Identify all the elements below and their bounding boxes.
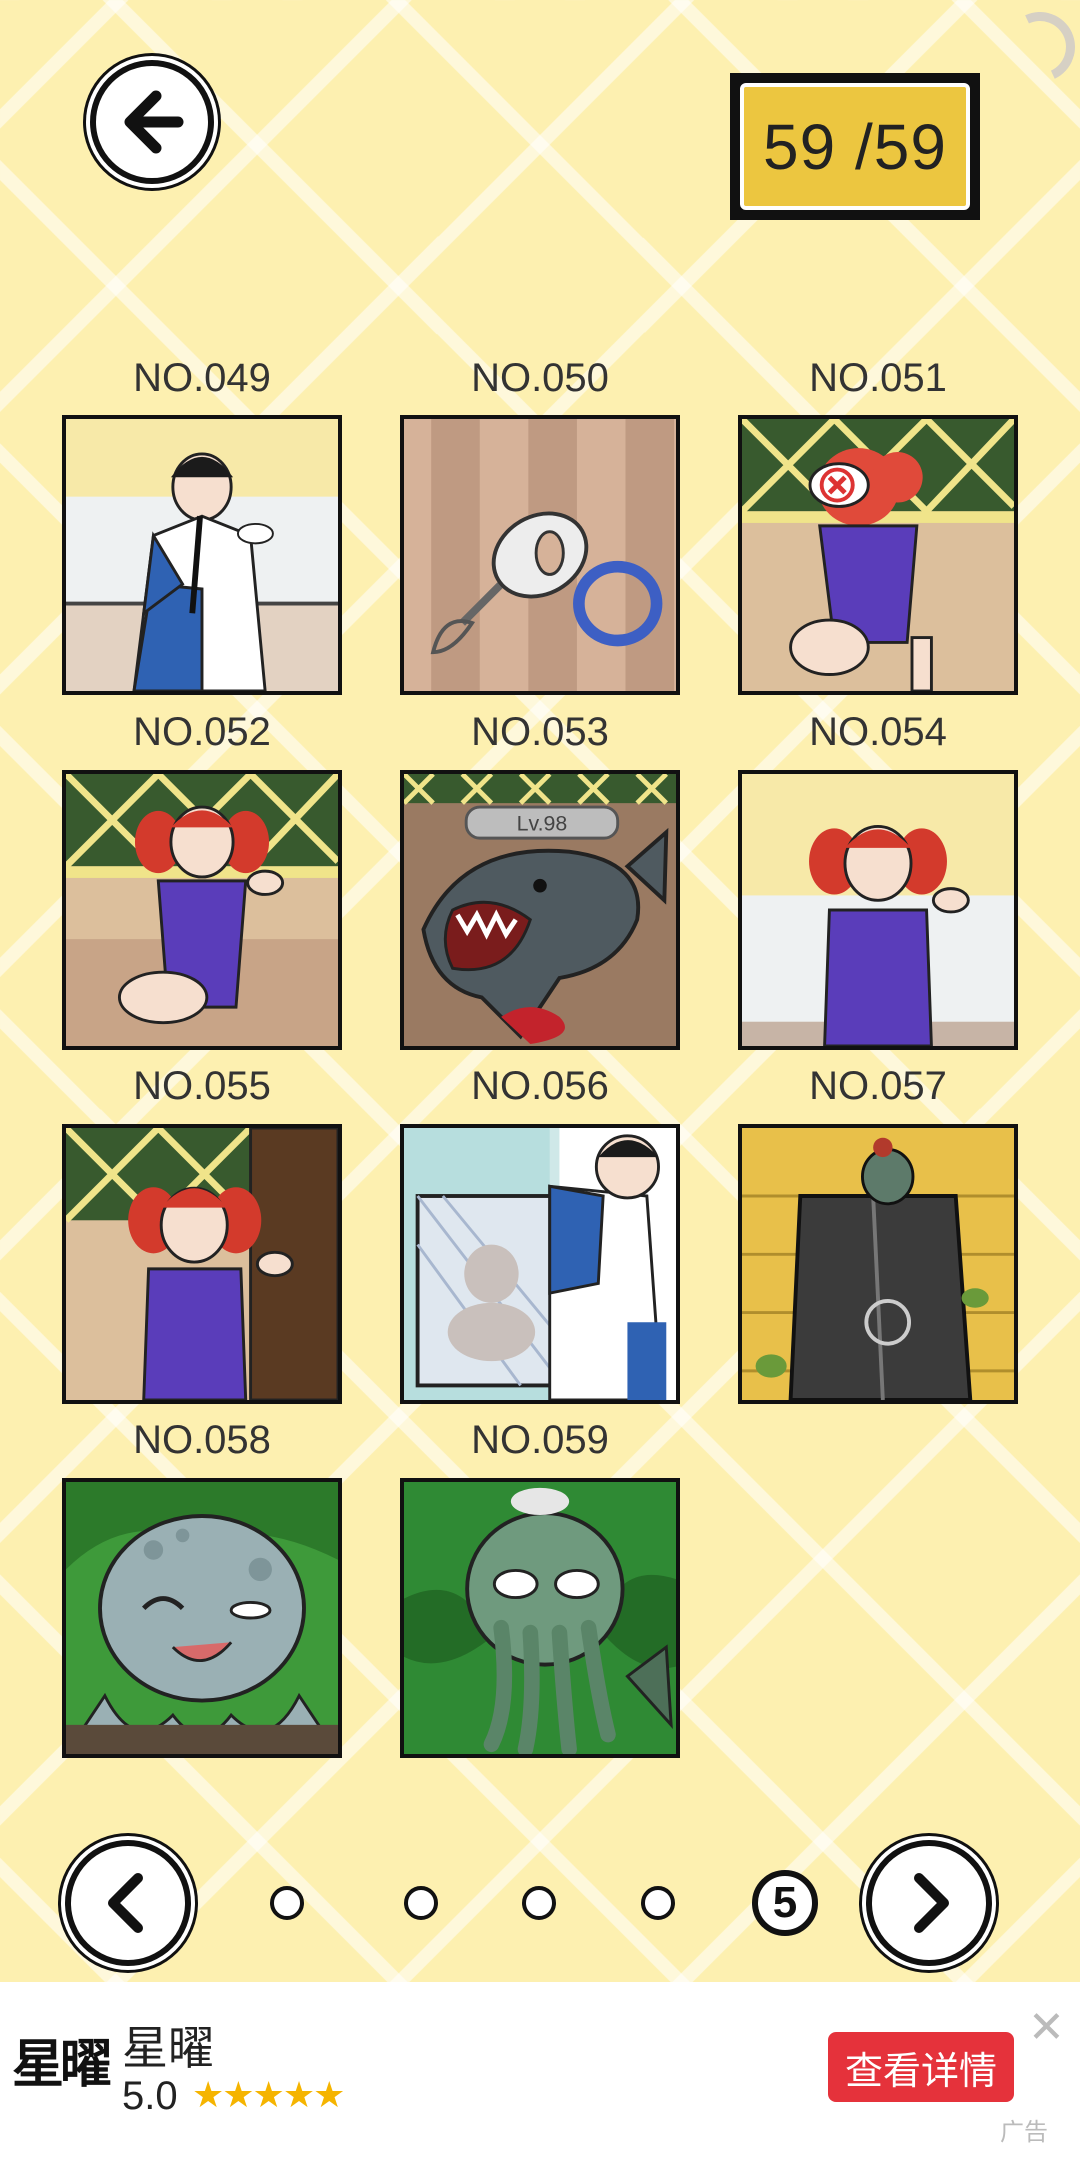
gallery-thumbnail[interactable] bbox=[738, 415, 1018, 695]
progress-counter: 59 /59 bbox=[730, 73, 980, 220]
page-indicator-current[interactable]: 5 bbox=[752, 1870, 818, 1936]
gallery-thumbnail[interactable]: Lv.98 bbox=[400, 770, 680, 1050]
prev-page-button[interactable] bbox=[65, 1840, 191, 1966]
octopus-image bbox=[66, 1482, 338, 1754]
page-dot-1[interactable] bbox=[270, 1886, 304, 1920]
ad-tag: 广告 bbox=[1000, 2119, 1048, 2146]
item-label: NO.049 bbox=[133, 356, 271, 400]
corner-arc-decoration bbox=[995, 2, 1080, 92]
gallery-thumbnail[interactable] bbox=[738, 770, 1018, 1050]
cthulhu-image bbox=[404, 1482, 676, 1754]
chevron-right-icon bbox=[914, 1873, 949, 1933]
gallery-thumbnail[interactable] bbox=[738, 1124, 1018, 1404]
ad-banner[interactable]: 星曜 星曜 5.0 ★★★★★ 查看详情 ✕ 广告 bbox=[0, 1982, 1080, 2160]
item-label: NO.052 bbox=[133, 710, 271, 754]
arrow-left-icon bbox=[124, 90, 184, 154]
item-label: NO.056 bbox=[471, 1064, 609, 1108]
gallery-thumbnail[interactable] bbox=[62, 415, 342, 695]
page-dot-3[interactable] bbox=[522, 1886, 556, 1920]
mixer-and-ring-image bbox=[404, 419, 676, 691]
gallery-thumbnail[interactable] bbox=[62, 770, 342, 1050]
page-dot-4[interactable] bbox=[641, 1886, 675, 1920]
girl-standing-image bbox=[742, 774, 1014, 1046]
gallery-thumbnail[interactable] bbox=[400, 415, 680, 695]
item-label: NO.053 bbox=[471, 710, 609, 754]
girl-with-vr-headset-image bbox=[742, 419, 1014, 691]
girl-at-tree-image bbox=[66, 1128, 338, 1400]
boy-in-tracksuit-image bbox=[66, 419, 338, 691]
item-label: NO.054 bbox=[809, 710, 947, 754]
item-label: NO.050 bbox=[471, 356, 609, 400]
gallery-thumbnail[interactable] bbox=[62, 1124, 342, 1404]
girl-sitting-image bbox=[66, 774, 338, 1046]
chevron-left-icon bbox=[108, 1873, 143, 1933]
item-label: NO.051 bbox=[809, 356, 947, 400]
ad-rating: 5.0 bbox=[122, 2074, 178, 2118]
shark-monster-image: Lv.98 bbox=[404, 774, 676, 1046]
next-page-button[interactable] bbox=[866, 1840, 992, 1966]
ad-logo: 星曜 bbox=[12, 2034, 112, 2095]
monster-level-text: Lv.98 bbox=[517, 811, 568, 835]
item-label: NO.055 bbox=[133, 1064, 271, 1108]
ad-title: 星曜 bbox=[122, 2022, 214, 2074]
item-label: NO.059 bbox=[471, 1418, 609, 1462]
item-label: NO.058 bbox=[133, 1418, 271, 1462]
gallery-thumbnail[interactable] bbox=[62, 1478, 342, 1758]
back-button[interactable] bbox=[90, 60, 214, 184]
counter-text: 59 /59 bbox=[763, 110, 947, 183]
item-label: NO.057 bbox=[809, 1064, 947, 1108]
cloaked-figure-image bbox=[742, 1128, 1014, 1400]
page-dot-2[interactable] bbox=[404, 1886, 438, 1920]
ad-stars: ★★★★★ bbox=[192, 2074, 345, 2115]
ad-view-details-button[interactable]: 查看详情 bbox=[828, 2032, 1014, 2102]
gallery-thumbnail[interactable] bbox=[400, 1478, 680, 1758]
close-icon[interactable]: ✕ bbox=[1028, 2002, 1065, 2053]
boy-and-girl-in-box-image bbox=[404, 1128, 676, 1400]
gallery-thumbnail[interactable] bbox=[400, 1124, 680, 1404]
